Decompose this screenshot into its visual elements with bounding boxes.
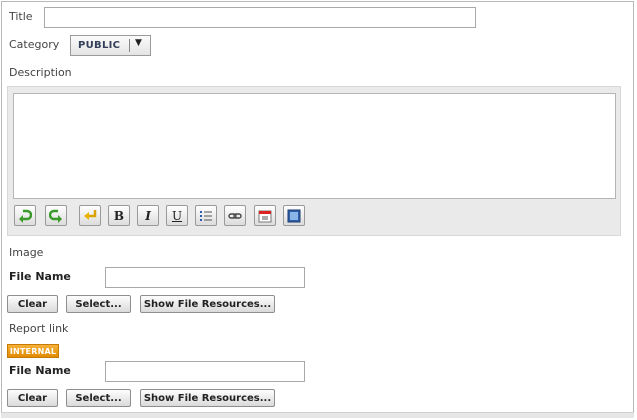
calendar-icon <box>258 210 272 222</box>
title-label: Title <box>9 10 33 23</box>
undo-icon <box>19 209 32 223</box>
category-selected-value: PUBLIC <box>78 40 121 51</box>
report-select-button[interactable]: Select... <box>66 389 131 407</box>
report-clear-button[interactable]: Clear <box>7 389 58 407</box>
description-label: Description <box>9 66 72 79</box>
description-editor-area[interactable] <box>13 93 616 199</box>
bulleted-list-button[interactable] <box>195 205 217 226</box>
category-select[interactable]: PUBLIC ▼ <box>70 35 151 56</box>
link-button[interactable] <box>224 205 246 226</box>
image-file-name-input[interactable] <box>105 267 305 288</box>
redo-button[interactable] <box>45 205 67 226</box>
bold-icon: B <box>113 208 125 223</box>
underline-icon: U <box>171 208 183 223</box>
image-clear-button[interactable]: Clear <box>7 295 58 313</box>
underline-button[interactable]: U <box>166 205 188 226</box>
report-link-heading: Report link <box>9 322 69 335</box>
bold-button[interactable]: B <box>108 205 130 226</box>
bulleted-list-icon <box>200 210 212 221</box>
image-show-file-resources-button[interactable]: Show File Resources... <box>140 295 275 313</box>
calendar-button[interactable] <box>254 205 276 226</box>
image-file-name-label: File Name <box>9 270 71 283</box>
return-button[interactable] <box>79 205 101 226</box>
select-divider <box>129 39 130 52</box>
title-input[interactable] <box>44 7 476 28</box>
report-file-name-label: File Name <box>9 364 71 377</box>
italic-button[interactable]: I <box>137 205 159 226</box>
report-show-file-resources-button[interactable]: Show File Resources... <box>140 389 275 407</box>
undo-button[interactable] <box>14 205 36 226</box>
link-icon <box>228 212 242 219</box>
internal-badge[interactable]: INTERNAL <box>7 344 59 358</box>
image-select-button[interactable]: Select... <box>66 295 131 313</box>
image-section-heading: Image <box>9 246 44 259</box>
chevron-down-icon: ▼ <box>135 38 142 48</box>
horizontal-scrollbar[interactable] <box>1 412 634 418</box>
category-label: Category <box>9 38 60 51</box>
image-button[interactable] <box>283 205 305 226</box>
italic-icon: I <box>145 208 151 223</box>
image-icon <box>287 209 301 222</box>
report-file-name-input[interactable] <box>105 361 305 382</box>
redo-icon <box>49 209 62 223</box>
return-icon <box>84 209 97 220</box>
